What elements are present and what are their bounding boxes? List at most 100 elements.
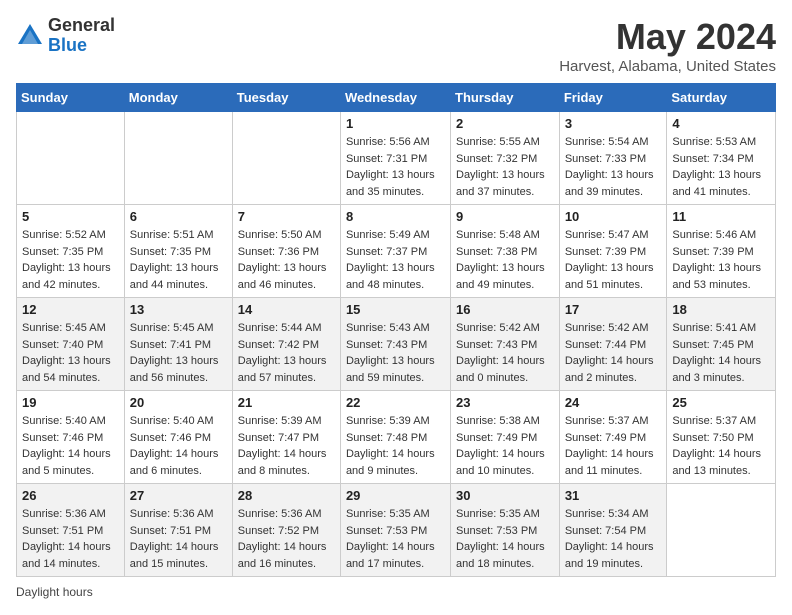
calendar-cell: 16Sunrise: 5:42 AM Sunset: 7:43 PM Dayli…	[451, 298, 560, 391]
calendar-cell: 15Sunrise: 5:43 AM Sunset: 7:43 PM Dayli…	[340, 298, 450, 391]
day-number: 14	[238, 302, 335, 317]
day-info: Sunrise: 5:51 AM Sunset: 7:35 PM Dayligh…	[130, 227, 227, 293]
calendar-dow-saturday: Saturday	[667, 84, 776, 112]
day-info: Sunrise: 5:36 AM Sunset: 7:51 PM Dayligh…	[130, 506, 227, 572]
calendar-cell: 17 Sunrise: 5:42 AM Sunset: 7:44 PM Dayli…	[559, 298, 667, 391]
day-number: 26	[22, 488, 119, 503]
calendar-cell: 28Sunrise: 5:36 AM Sunset: 7:52 PM Dayli…	[232, 484, 340, 577]
footer: Daylight hours	[16, 585, 776, 599]
day-number: 18	[672, 302, 770, 317]
day-number: 21	[238, 395, 335, 410]
calendar-cell: 12Sunrise: 5:45 AM Sunset: 7:40 PM Dayli…	[17, 298, 125, 391]
day-number: 15	[346, 302, 445, 317]
calendar-cell: 3 Sunrise: 5:54 AM Sunset: 7:33 PM Daylig…	[559, 112, 667, 205]
calendar-cell	[232, 112, 340, 205]
calendar-cell	[667, 484, 776, 577]
day-info: Sunrise: 5:35 AM Sunset: 7:53 PM Dayligh…	[346, 506, 445, 572]
day-number: 31	[565, 488, 662, 503]
day-number: 11	[672, 209, 770, 224]
day-number: 17	[565, 302, 662, 317]
day-info: Sunrise: 5:42 AM Sunset: 7:44 PM Dayligh…	[565, 320, 662, 386]
day-info: Sunrise: 5:44 AM Sunset: 7:42 PM Dayligh…	[238, 320, 335, 386]
calendar-cell: 21Sunrise: 5:39 AM Sunset: 7:47 PM Dayli…	[232, 391, 340, 484]
day-number: 6	[130, 209, 227, 224]
calendar-cell: 8 Sunrise: 5:49 AM Sunset: 7:37 PM Daylig…	[340, 205, 450, 298]
calendar-header-row: SundayMondayTuesdayWednesdayThursdayFrid…	[17, 84, 776, 112]
day-info: Sunrise: 5:49 AM Sunset: 7:37 PM Dayligh…	[346, 227, 445, 293]
calendar-cell: 23 Sunrise: 5:38 AM Sunset: 7:49 PM Dayli…	[451, 391, 560, 484]
logo-blue-text: Blue	[48, 35, 87, 55]
calendar-dow-tuesday: Tuesday	[232, 84, 340, 112]
calendar-cell: 14 Sunrise: 5:44 AM Sunset: 7:42 PM Dayli…	[232, 298, 340, 391]
day-info: Sunrise: 5:34 AM Sunset: 7:54 PM Dayligh…	[565, 506, 662, 572]
day-number: 19	[22, 395, 119, 410]
day-info: Sunrise: 5:35 AM Sunset: 7:53 PM Dayligh…	[456, 506, 554, 572]
day-info: Sunrise: 5:56 AM Sunset: 7:31 PM Dayligh…	[346, 134, 445, 200]
location-text: Harvest, Alabama, United States	[559, 58, 776, 75]
calendar-cell: 30 Sunrise: 5:35 AM Sunset: 7:53 PM Dayli…	[451, 484, 560, 577]
day-info: Sunrise: 5:52 AM Sunset: 7:35 PM Dayligh…	[22, 227, 119, 293]
day-info: Sunrise: 5:37 AM Sunset: 7:50 PM Dayligh…	[672, 413, 770, 479]
calendar-cell: 22 Sunrise: 5:39 AM Sunset: 7:48 PM Dayli…	[340, 391, 450, 484]
calendar-table: SundayMondayTuesdayWednesdayThursdayFrid…	[16, 83, 776, 577]
day-number: 3	[565, 116, 662, 131]
day-number: 7	[238, 209, 335, 224]
day-number: 20	[130, 395, 227, 410]
day-number: 16	[456, 302, 554, 317]
calendar-cell: 26Sunrise: 5:36 AM Sunset: 7:51 PM Dayli…	[17, 484, 125, 577]
day-info: Sunrise: 5:40 AM Sunset: 7:46 PM Dayligh…	[22, 413, 119, 479]
day-number: 8	[346, 209, 445, 224]
calendar-cell: 19 Sunrise: 5:40 AM Sunset: 7:46 PM Dayli…	[17, 391, 125, 484]
day-number: 30	[456, 488, 554, 503]
calendar-cell: 7Sunrise: 5:50 AM Sunset: 7:36 PM Daylig…	[232, 205, 340, 298]
day-number: 25	[672, 395, 770, 410]
daylight-hours-label: Daylight hours	[16, 585, 93, 599]
calendar-cell: 6 Sunrise: 5:51 AM Sunset: 7:35 PM Daylig…	[124, 205, 232, 298]
calendar-cell: 11 Sunrise: 5:46 AM Sunset: 7:39 PM Dayli…	[667, 205, 776, 298]
calendar-dow-thursday: Thursday	[451, 84, 560, 112]
calendar-cell: 27Sunrise: 5:36 AM Sunset: 7:51 PM Dayli…	[124, 484, 232, 577]
day-info: Sunrise: 5:45 AM Sunset: 7:41 PM Dayligh…	[130, 320, 227, 386]
day-info: Sunrise: 5:47 AM Sunset: 7:39 PM Dayligh…	[565, 227, 662, 293]
calendar-cell: 31 Sunrise: 5:34 AM Sunset: 7:54 PM Dayli…	[559, 484, 667, 577]
day-info: Sunrise: 5:53 AM Sunset: 7:34 PM Dayligh…	[672, 134, 770, 200]
logo-icon	[16, 22, 44, 50]
month-title: May 2024	[559, 16, 776, 58]
calendar-week-row: 5 Sunrise: 5:52 AM Sunset: 7:35 PM Daylig…	[17, 205, 776, 298]
logo: General Blue	[16, 16, 115, 56]
day-number: 10	[565, 209, 662, 224]
calendar-week-row: 26 Sunrise: 5:36 AM Sunset: 7:51 PM Dayli…	[17, 484, 776, 577]
calendar-week-row: 19 Sunrise: 5:40 AM Sunset: 7:46 PM Dayli…	[17, 391, 776, 484]
calendar-cell: 1 Sunrise: 5:56 AM Sunset: 7:31 PM Daylig…	[340, 112, 450, 205]
day-number: 5	[22, 209, 119, 224]
day-number: 13	[130, 302, 227, 317]
day-info: Sunrise: 5:46 AM Sunset: 7:39 PM Dayligh…	[672, 227, 770, 293]
calendar-dow-friday: Friday	[559, 84, 667, 112]
day-info: Sunrise: 5:39 AM Sunset: 7:48 PM Dayligh…	[346, 413, 445, 479]
day-number: 4	[672, 116, 770, 131]
day-number: 1	[346, 116, 445, 131]
day-info: Sunrise: 5:48 AM Sunset: 7:38 PM Dayligh…	[456, 227, 554, 293]
calendar-cell	[17, 112, 125, 205]
day-info: Sunrise: 5:38 AM Sunset: 7:49 PM Dayligh…	[456, 413, 554, 479]
calendar-cell: 9 Sunrise: 5:48 AM Sunset: 7:38 PM Daylig…	[451, 205, 560, 298]
calendar-cell: 10 Sunrise: 5:47 AM Sunset: 7:39 PM Dayli…	[559, 205, 667, 298]
day-info: Sunrise: 5:36 AM Sunset: 7:52 PM Dayligh…	[238, 506, 335, 572]
day-number: 2	[456, 116, 554, 131]
day-number: 23	[456, 395, 554, 410]
day-info: Sunrise: 5:55 AM Sunset: 7:32 PM Dayligh…	[456, 134, 554, 200]
calendar-dow-wednesday: Wednesday	[340, 84, 450, 112]
calendar-cell: 20Sunrise: 5:40 AM Sunset: 7:46 PM Dayli…	[124, 391, 232, 484]
calendar-cell: 13 Sunrise: 5:45 AM Sunset: 7:41 PM Dayli…	[124, 298, 232, 391]
page-header: General Blue May 2024 Harvest, Alabama, …	[16, 16, 776, 75]
day-number: 22	[346, 395, 445, 410]
day-info: Sunrise: 5:37 AM Sunset: 7:49 PM Dayligh…	[565, 413, 662, 479]
calendar-cell: 2 Sunrise: 5:55 AM Sunset: 7:32 PM Daylig…	[451, 112, 560, 205]
day-number: 9	[456, 209, 554, 224]
day-number: 29	[346, 488, 445, 503]
title-block: May 2024 Harvest, Alabama, United States	[559, 16, 776, 75]
day-number: 12	[22, 302, 119, 317]
calendar-cell: 18Sunrise: 5:41 AM Sunset: 7:45 PM Dayli…	[667, 298, 776, 391]
calendar-dow-monday: Monday	[124, 84, 232, 112]
day-info: Sunrise: 5:54 AM Sunset: 7:33 PM Dayligh…	[565, 134, 662, 200]
